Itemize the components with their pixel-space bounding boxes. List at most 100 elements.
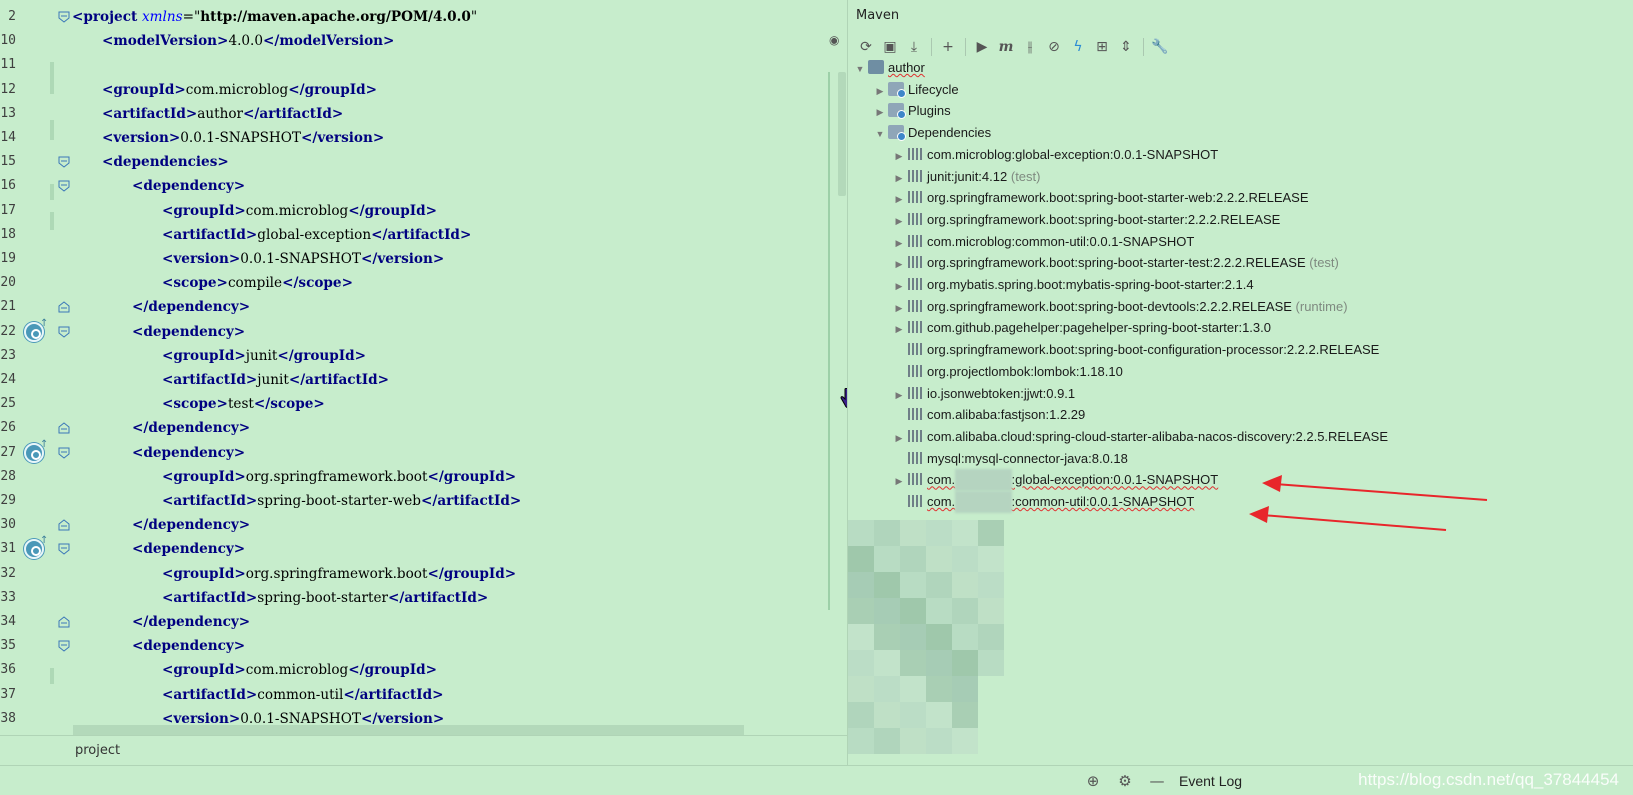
- collapsed-arrow-icon[interactable]: ▶: [891, 318, 907, 340]
- tree-label: mysql:mysql-connector-java:8.0.18: [927, 450, 1128, 466]
- dependency-item[interactable]: org.springframework.boot:spring-boot-con…: [891, 339, 1379, 361]
- run-icon[interactable]: ▶: [970, 36, 994, 58]
- code-line[interactable]: <scope>compile</scope>: [162, 271, 353, 295]
- code-line[interactable]: <scope>test</scope>: [162, 392, 325, 416]
- dependency-item[interactable]: org.projectlombok:lombok:1.18.10: [891, 361, 1123, 383]
- code-line[interactable]: <dependency>: [132, 537, 245, 561]
- unresolved-dependency-item[interactable]: com.microblog:common-util:0.0.1-SNAPSHOT: [891, 491, 1194, 513]
- toolbar-separator: [1138, 36, 1148, 58]
- code-line[interactable]: <artifactId>common-util</artifactId>: [162, 683, 444, 707]
- code-line[interactable]: <artifactId>spring-boot-starter-web</art…: [162, 489, 521, 513]
- code-line[interactable]: <version>0.0.1-SNAPSHOT</version>: [102, 126, 384, 150]
- editor-gutter: 2 10 11 12 13 14 15 16 17 18 19 20 21 22 ↑ 23 24 25 26 27 ↑ 2…: [0, 0, 70, 735]
- settings-wrench-icon[interactable]: 🔧: [1148, 36, 1172, 58]
- skip-tests-icon[interactable]: ⫲: [1018, 36, 1042, 58]
- offline-icon[interactable]: ⊘: [1042, 36, 1066, 58]
- unresolved-dependency-item[interactable]: ▶ com.microblog:global-exception:0.0.1-SN…: [891, 469, 1218, 492]
- show-dependencies-icon[interactable]: ⊞: [1090, 36, 1114, 58]
- code-line[interactable]: <groupId>org.springframework.boot</group…: [162, 562, 516, 586]
- dependency-item[interactable]: ▶ org.springframework.boot:spring-boot-st…: [891, 252, 1339, 274]
- code-line[interactable]: </dependency>: [132, 295, 250, 319]
- dependency-item[interactable]: ▶ org.springframework.boot:spring-boot-st…: [891, 187, 1309, 209]
- lightning-icon[interactable]: ϟ: [1066, 36, 1090, 58]
- collapsed-arrow-icon[interactable]: ▶: [891, 232, 907, 254]
- dependency-item[interactable]: com.alibaba:fastjson:1.2.29: [891, 404, 1085, 426]
- event-log-button[interactable]: Event Log: [1179, 773, 1242, 789]
- collapsed-arrow-icon[interactable]: ▶: [891, 253, 907, 275]
- code-line[interactable]: <groupId>org.springframework.boot</group…: [162, 465, 516, 489]
- dependency-item[interactable]: ▶ org.mybatis.spring.boot:mybatis-spring-…: [891, 274, 1254, 296]
- code-line[interactable]: <artifactId>junit</artifactId>: [162, 368, 389, 392]
- eye-icon[interactable]: ◉: [829, 33, 839, 47]
- collapsed-arrow-icon[interactable]: ▶: [891, 275, 907, 297]
- download-icon[interactable]: ⤓: [902, 36, 926, 58]
- code-line[interactable]: <groupId>com.microblog</groupId>: [162, 199, 437, 223]
- code-line[interactable]: <project xmlns="http://maven.apache.org/…: [72, 5, 477, 29]
- code-line[interactable]: <groupId>com.microblog</groupId>: [162, 658, 437, 682]
- code-line[interactable]: </dependency>: [132, 610, 250, 634]
- dependency-item[interactable]: ▶ junit:junit:4.12 (test): [891, 166, 1041, 189]
- xml-text: spring-boot-starter-web: [257, 493, 422, 509]
- dependency-item[interactable]: mysql:mysql-connector-java:8.0.18: [891, 448, 1128, 470]
- tree-root-author[interactable]: ▼ author: [852, 57, 925, 79]
- code-line[interactable]: <artifactId>global-exception</artifactId…: [162, 223, 471, 247]
- collapsed-arrow-icon[interactable]: ▶: [891, 427, 907, 449]
- xml-tag: <groupId>: [162, 347, 246, 364]
- vcs-change-marker[interactable]: [50, 184, 54, 200]
- plus-icon[interactable]: +: [936, 36, 960, 58]
- code-line[interactable]: <groupId>junit</groupId>: [162, 344, 366, 368]
- code-line[interactable]: <dependency>: [132, 174, 245, 198]
- dependency-item[interactable]: ▶ com.alibaba.cloud:spring-cloud-starter-…: [891, 426, 1388, 448]
- add-folder-icon[interactable]: ▣: [878, 36, 902, 58]
- collapsed-arrow-icon[interactable]: ▶: [872, 80, 888, 102]
- code-editor[interactable]: 2 10 11 12 13 14 15 16 17 18 19 20 21 22 ↑ 23 24 25 26 27 ↑ 2…: [0, 0, 856, 795]
- collapsed-arrow-icon[interactable]: ▶: [872, 101, 888, 123]
- collapsed-arrow-icon[interactable]: ▶: [891, 297, 907, 319]
- dependency-scope: (runtime): [1295, 298, 1348, 314]
- code-line[interactable]: <groupId>com.microblog</groupId>: [102, 78, 377, 102]
- collapsed-arrow-icon[interactable]: ▶: [891, 470, 907, 492]
- reload-icon[interactable]: ⟳: [854, 36, 878, 58]
- tree-dependencies[interactable]: ▼ Dependencies: [872, 122, 991, 144]
- code-area[interactable]: <project xmlns="http://maven.apache.org/…: [68, 0, 828, 735]
- code-line[interactable]: <dependency>: [132, 634, 245, 658]
- vcs-change-marker[interactable]: [50, 62, 54, 94]
- vcs-change-marker[interactable]: [50, 120, 54, 140]
- tree-plugins[interactable]: ▶ Plugins: [872, 100, 951, 122]
- code-line[interactable]: <artifactId>spring-boot-starter</artifac…: [162, 586, 488, 610]
- maven-goal-icon[interactable]: m: [994, 36, 1018, 58]
- vertical-scroll-thumb[interactable]: [838, 72, 846, 196]
- collapsed-arrow-icon[interactable]: ▶: [891, 145, 907, 167]
- tree-lifecycle[interactable]: ▶ Lifecycle: [872, 79, 959, 101]
- code-line[interactable]: </dependency>: [132, 513, 250, 537]
- target-icon[interactable]: ⊕: [1083, 771, 1103, 791]
- expanded-arrow-icon[interactable]: ▼: [852, 58, 868, 80]
- code-line[interactable]: <dependency>: [132, 441, 245, 465]
- collapse-all-icon[interactable]: ⇕: [1114, 36, 1138, 58]
- dependency-item[interactable]: ▶ io.jsonwebtoken:jjwt:0.9.1: [891, 383, 1076, 406]
- code-line[interactable]: <artifactId>author</artifactId>: [102, 102, 343, 126]
- collapsed-arrow-icon[interactable]: ▶: [891, 167, 907, 189]
- dependency-item[interactable]: ▶ org.springframework.boot:spring-boot-de…: [891, 296, 1348, 318]
- gear-icon[interactable]: ⚙: [1115, 771, 1135, 791]
- xml-tag: <modelVersion>: [102, 33, 229, 50]
- dependency-item[interactable]: ▶ com.microblog:global-exception:0.0.1-SN…: [891, 144, 1219, 167]
- dependency-item[interactable]: ▶ org.springframework.boot:spring-boot-st…: [891, 209, 1281, 232]
- vcs-change-marker[interactable]: [50, 212, 54, 230]
- vcs-change-marker[interactable]: [50, 668, 54, 684]
- code-line[interactable]: <dependency>: [132, 320, 245, 344]
- line-number: 23: [0, 347, 16, 363]
- collapsed-arrow-icon[interactable]: ▶: [891, 384, 907, 406]
- horizontal-scrollbar[interactable]: [73, 725, 744, 735]
- collapsed-arrow-icon[interactable]: ▶: [891, 210, 907, 232]
- collapsed-arrow-icon[interactable]: ▶: [891, 188, 907, 210]
- code-line[interactable]: </dependency>: [132, 416, 250, 440]
- breadcrumb[interactable]: project: [75, 743, 120, 758]
- code-line[interactable]: <version>0.0.1-SNAPSHOT</version>: [162, 247, 444, 271]
- code-line[interactable]: <modelVersion>4.0.0</modelVersion>: [102, 29, 394, 53]
- code-line[interactable]: <dependencies>: [102, 150, 229, 174]
- expanded-arrow-icon[interactable]: ▼: [872, 123, 888, 145]
- minimize-icon[interactable]: —: [1147, 771, 1167, 791]
- dependency-item[interactable]: ▶ com.github.pagehelper:pagehelper-spring…: [891, 317, 1271, 339]
- dependency-item[interactable]: ▶ com.microblog:common-util:0.0.1-SNAPSHO…: [891, 231, 1195, 254]
